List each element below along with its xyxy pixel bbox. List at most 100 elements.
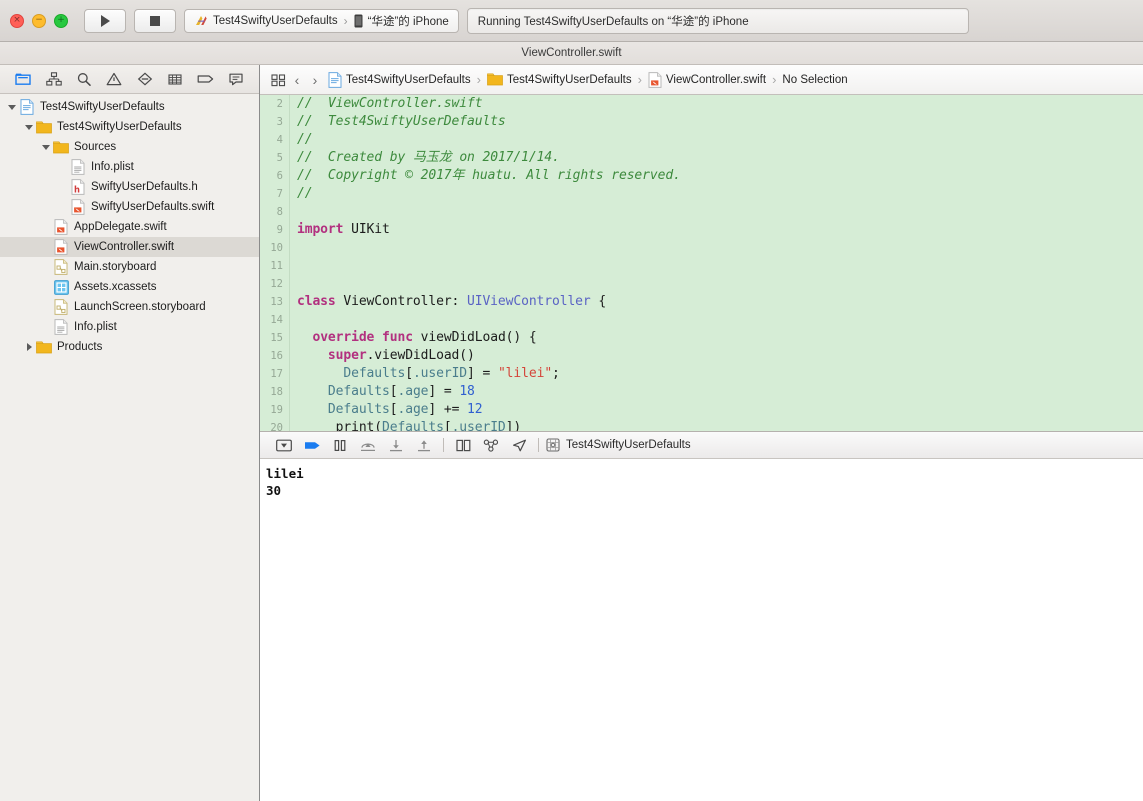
code-token-kw: override [312,330,375,345]
stop-button[interactable] [134,8,176,33]
code-line[interactable]: class ViewController: UIViewController { [297,293,1143,311]
code-line[interactable] [297,311,1143,329]
code-line[interactable]: Defaults[.userID] = "lilei"; [297,365,1143,383]
line-number[interactable]: 12 [260,275,289,293]
breakpoint-tag-icon [197,75,214,83]
code-line[interactable] [297,239,1143,257]
tree-item-launchscreen-storyboard[interactable]: LaunchScreen.storyboard [0,297,259,317]
navigator-tab-project[interactable] [12,69,34,89]
continue-button[interactable] [298,435,326,455]
source-editor[interactable]: 2345678910111213141516171819202122232425… [260,95,1143,431]
navigator-tab-debug[interactable] [164,69,186,89]
navigate-back-button[interactable]: ‹ [288,72,306,88]
navigator-tab-report[interactable] [225,69,247,89]
breadcrumb-item-3[interactable]: ViewController.swift [648,71,766,88]
tree-item-label: Sources [74,141,117,153]
close-window-button[interactable]: × [10,13,24,28]
memory-graph-button[interactable] [477,435,505,455]
tree-item-label: SwiftyUserDefaults.h [91,181,198,193]
disclosure-triangle-closed-icon[interactable] [23,343,35,351]
code-line[interactable]: super.viewDidLoad() [297,347,1143,365]
tree-item-test4swiftyuserdefaults[interactable]: Test4SwiftyUserDefaults [0,117,259,137]
disclosure-triangle-open-icon[interactable] [23,124,35,130]
line-number[interactable]: 9 [260,221,289,239]
line-number[interactable]: 13 [260,293,289,311]
code-line[interactable]: // [297,185,1143,203]
tree-item-appdelegate-swift[interactable]: AppDelegate.swift [0,217,259,237]
navigator-tab-source-control[interactable] [43,69,65,89]
code-token-num: 12 [467,402,483,417]
navigator-tab-test[interactable] [134,69,156,89]
line-number[interactable]: 3 [260,113,289,131]
line-number[interactable]: 4 [260,131,289,149]
line-number[interactable]: 18 [260,383,289,401]
run-button[interactable] [84,8,126,33]
tree-item-test4swiftyuserdefaults[interactable]: Test4SwiftyUserDefaults [0,97,259,117]
line-number[interactable]: 10 [260,239,289,257]
console-output[interactable]: lilei 30 [260,459,1143,801]
pause-button[interactable] [326,435,354,455]
code-line[interactable] [297,257,1143,275]
console-line: 30 [266,483,282,498]
code-line[interactable] [297,203,1143,221]
tree-item-info-plist[interactable]: Info.plist [0,157,259,177]
code-line[interactable]: // Created by 马玉龙 on 2017/1/14. [297,149,1143,167]
view-hierarchy-button[interactable] [449,435,477,455]
code-line[interactable] [297,275,1143,293]
code-content[interactable]: // ViewController.swift // Test4SwiftyUse… [290,95,1143,431]
disclosure-triangle-open-icon[interactable] [6,104,18,110]
disclosure-triangle-open-icon[interactable] [40,144,52,150]
code-line[interactable]: // [297,131,1143,149]
code-line[interactable]: import UIKit [297,221,1143,239]
line-number[interactable]: 19 [260,401,289,419]
navigate-forward-button[interactable]: › [306,72,324,88]
code-line[interactable]: // Test4SwiftyUserDefaults [297,113,1143,131]
code-line[interactable]: Defaults[.age] += 12 [297,401,1143,419]
tree-item-assets-xcassets[interactable]: Assets.xcassets [0,277,259,297]
tree-item-label: LaunchScreen.storyboard [74,301,206,313]
line-number[interactable]: 15 [260,329,289,347]
line-number[interactable]: 5 [260,149,289,167]
line-number[interactable]: 17 [260,365,289,383]
activity-status-view: Running Test4SwiftyUserDefaults on “华途”的… [466,7,969,34]
line-number[interactable]: 16 [260,347,289,365]
line-number[interactable]: 8 [260,203,289,221]
code-line[interactable]: print(Defaults[.userID]) [297,419,1143,431]
tree-item-sources[interactable]: Sources [0,137,259,157]
tree-item-viewcontroller-swift[interactable]: ViewController.swift [0,237,259,257]
code-token-plain: ] = [428,384,460,399]
breadcrumb-item-1[interactable]: Test4SwiftyUserDefaults [328,71,471,88]
code-line[interactable]: override func viewDidLoad() { [297,329,1143,347]
minimize-window-button[interactable]: − [32,13,46,28]
step-out-button[interactable] [410,435,438,455]
navigator-tab-breakpoint[interactable] [194,69,216,89]
code-line[interactable]: // ViewController.swift [297,95,1143,113]
breadcrumb-item-4[interactable]: No Selection [782,74,847,86]
code-token-kw: func [382,330,413,345]
navigator-tab-find[interactable] [73,69,95,89]
line-number[interactable]: 2 [260,95,289,113]
project-navigator-tree[interactable]: Test4SwiftyUserDefaults Test4SwiftyUserDe… [0,94,259,775]
line-number[interactable]: 6 [260,167,289,185]
simulate-location-button[interactable] [505,435,533,455]
tree-item-products[interactable]: Products [0,337,259,357]
line-number[interactable]: 11 [260,257,289,275]
maximize-window-button[interactable]: + [54,13,68,28]
line-number[interactable]: 7 [260,185,289,203]
tree-item-main-storyboard[interactable]: Main.storyboard [0,257,259,277]
step-into-button[interactable] [382,435,410,455]
line-number[interactable]: 14 [260,311,289,329]
tree-item-swiftyuserdefaults-h[interactable]: h SwiftyUserDefaults.h [0,177,259,197]
navigator-tab-issue[interactable] [103,69,125,89]
line-number[interactable]: 20 [260,419,289,431]
step-over-button[interactable] [354,435,382,455]
tree-item-info-plist[interactable]: Info.plist [0,317,259,337]
hide-console-button[interactable] [270,435,298,455]
tree-item-swiftyuserdefaults-swift[interactable]: SwiftyUserDefaults.swift [0,197,259,217]
code-line[interactable]: Defaults[.age] = 18 [297,383,1143,401]
breadcrumb-item-2[interactable]: Test4SwiftyUserDefaults [487,73,632,86]
scheme-destination-selector[interactable]: Test4SwiftyUserDefaults › “华途”的 iPhone [184,8,459,33]
related-items-button[interactable] [268,73,288,87]
code-line[interactable]: // Copyright © 2017年 huatu. All rights r… [297,167,1143,185]
debug-process-selector[interactable]: Test4SwiftyUserDefaults [546,438,691,452]
